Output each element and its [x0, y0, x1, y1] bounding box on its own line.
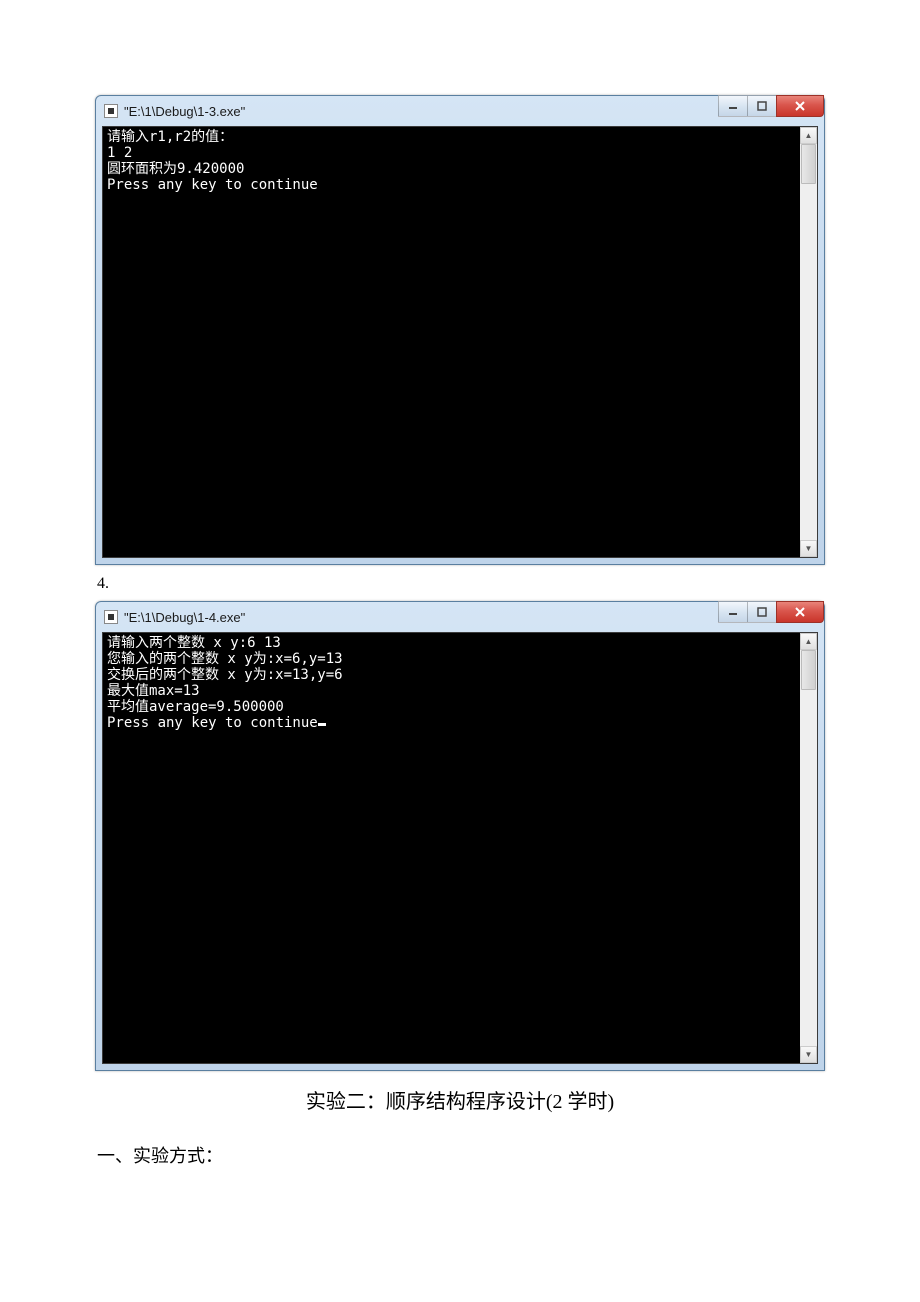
output-line: 最大值max=13	[107, 683, 200, 699]
scroll-up-arrow-icon[interactable]: ▲	[800, 127, 817, 144]
output-line: 请输入两个整数 x y:6 13	[107, 635, 281, 651]
cursor-icon	[318, 723, 326, 726]
console-window-2: "E:\1\Debug\1-4.exe" 请输入两个整数 x y:6 13 您输…	[95, 601, 825, 1071]
output-line: Press any key to continue	[107, 715, 318, 731]
window-title: "E:\1\Debug\1-4.exe"	[124, 610, 818, 625]
document-subheading: 一、实验方式：	[97, 1142, 825, 1168]
console-window-1: "E:\1\Debug\1-3.exe" 请输入r1,r2的值： 1 2 圆环面…	[95, 95, 825, 565]
console-body: 请输入r1,r2的值： 1 2 圆环面积为9.420000 Press any …	[102, 126, 818, 558]
maximize-button[interactable]	[747, 95, 777, 117]
maximize-icon	[757, 101, 767, 111]
minimize-button[interactable]	[718, 95, 748, 117]
close-icon	[794, 100, 806, 112]
app-icon	[104, 104, 118, 118]
scroll-thumb[interactable]	[801, 144, 816, 184]
console-output: 请输入两个整数 x y:6 13 您输入的两个整数 x y为:x=6,y=13 …	[103, 633, 817, 1063]
scroll-down-arrow-icon[interactable]: ▼	[800, 540, 817, 557]
scroll-down-arrow-icon[interactable]: ▼	[800, 1046, 817, 1063]
output-line: 您输入的两个整数 x y为:x=6,y=13	[107, 651, 343, 667]
output-line: 1 2	[107, 145, 132, 161]
window-controls	[719, 95, 824, 117]
output-line: 圆环面积为9.420000	[107, 161, 244, 177]
app-icon	[104, 610, 118, 624]
scroll-thumb[interactable]	[801, 650, 816, 690]
vertical-scrollbar[interactable]: ▲ ▼	[800, 127, 817, 557]
close-icon	[794, 606, 806, 618]
window-controls	[719, 601, 824, 623]
output-line: 平均值average=9.500000	[107, 699, 284, 715]
output-line: Press any key to continue	[107, 177, 318, 193]
minimize-icon	[728, 607, 738, 617]
scroll-up-arrow-icon[interactable]: ▲	[800, 633, 817, 650]
document-heading: 实验二：顺序结构程序设计(2 学时)	[95, 1085, 825, 1114]
list-item-number: 4.	[97, 575, 823, 593]
console-body: 请输入两个整数 x y:6 13 您输入的两个整数 x y为:x=6,y=13 …	[102, 632, 818, 1064]
minimize-button[interactable]	[718, 601, 748, 623]
vertical-scrollbar[interactable]: ▲ ▼	[800, 633, 817, 1063]
console-output: 请输入r1,r2的值： 1 2 圆环面积为9.420000 Press any …	[103, 127, 817, 557]
scroll-track[interactable]	[800, 144, 817, 540]
minimize-icon	[728, 101, 738, 111]
scroll-track[interactable]	[800, 650, 817, 1046]
maximize-icon	[757, 607, 767, 617]
output-line: 交换后的两个整数 x y为:x=13,y=6	[107, 667, 343, 683]
close-button[interactable]	[776, 95, 824, 117]
titlebar[interactable]: "E:\1\Debug\1-3.exe"	[96, 96, 824, 126]
close-button[interactable]	[776, 601, 824, 623]
maximize-button[interactable]	[747, 601, 777, 623]
window-title: "E:\1\Debug\1-3.exe"	[124, 104, 818, 119]
output-line: 请输入r1,r2的值：	[107, 129, 233, 145]
titlebar[interactable]: "E:\1\Debug\1-4.exe"	[96, 602, 824, 632]
